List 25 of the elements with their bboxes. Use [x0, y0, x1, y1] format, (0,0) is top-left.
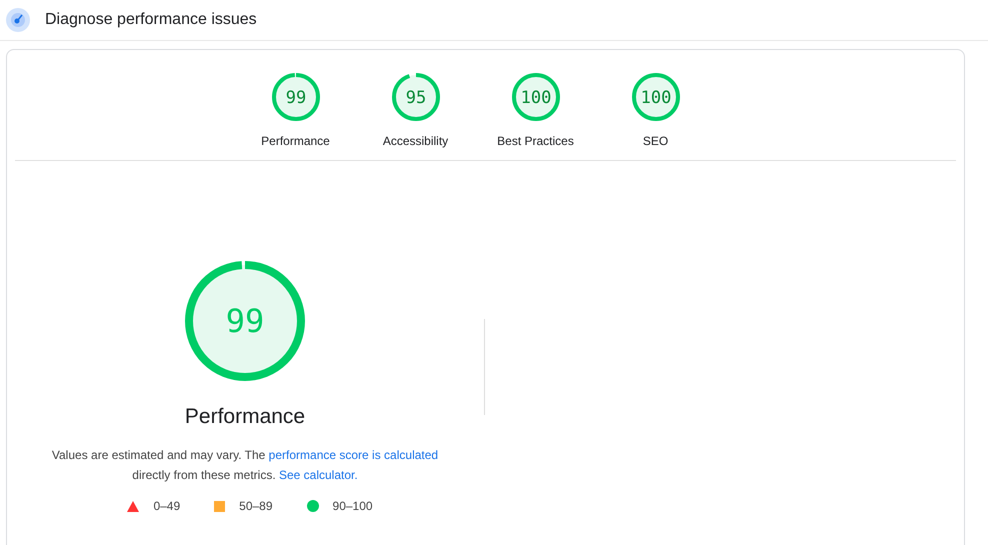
- legend-label: 90–100: [332, 499, 373, 513]
- score-value: 99: [285, 88, 306, 108]
- text-link[interactable]: performance score is calculated: [268, 448, 438, 462]
- legend-label: 50–89: [239, 499, 273, 513]
- text-link[interactable]: See calculator.: [278, 468, 358, 482]
- category-label[interactable]: Performance: [261, 134, 330, 148]
- score-value: 95: [405, 88, 426, 108]
- page-title: Diagnose performance issues: [45, 11, 257, 29]
- legend-label: 0–49: [153, 499, 180, 513]
- score-value: 100: [520, 88, 551, 108]
- gauge-icon: [6, 8, 30, 32]
- triangle-icon: [127, 500, 140, 512]
- score-gauge[interactable]: 100: [510, 72, 560, 122]
- score-gauge[interactable]: 99: [270, 72, 320, 122]
- score-gauge[interactable]: 100: [630, 72, 680, 122]
- category-label[interactable]: SEO: [642, 134, 668, 148]
- category-label[interactable]: Accessibility: [382, 134, 448, 148]
- description-text: Values are estimated and may vary. The performance score is calculated directly from these metrics. See calculator.: [50, 447, 440, 484]
- circle-icon: [306, 500, 319, 512]
- score-gauge[interactable]: 95: [390, 72, 440, 122]
- gauge-label: Performance: [184, 405, 306, 429]
- square-icon: [214, 500, 226, 512]
- score-value: 99: [226, 302, 264, 340]
- category-label[interactable]: Best Practices: [497, 134, 574, 148]
- score-value: 100: [640, 88, 671, 108]
